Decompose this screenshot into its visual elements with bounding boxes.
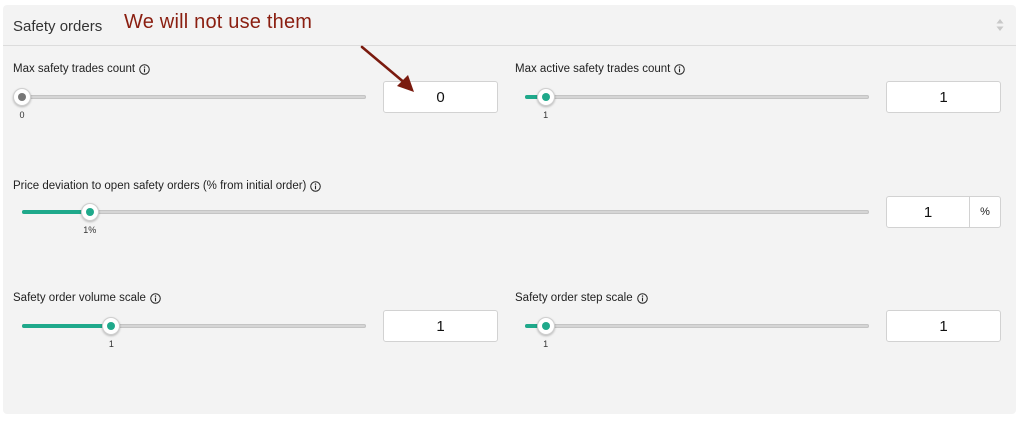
max-safety-trades-slider[interactable]: 0 — [13, 86, 366, 120]
max-active-safety-trades-label: Max active safety trades count — [515, 63, 686, 75]
slider-tick-label: 1 — [543, 110, 549, 120]
price-deviation-slider[interactable]: 1% — [22, 201, 869, 235]
max-active-safety-trades-slider[interactable]: 1 — [525, 86, 869, 120]
slider-thumb[interactable] — [536, 88, 555, 106]
slider-fill — [22, 210, 90, 214]
max-active-safety-trades-label-text: Max active safety trades count — [515, 63, 671, 75]
panel-header[interactable]: Safety orders We will not use them — [3, 5, 1016, 46]
info-icon[interactable] — [636, 292, 648, 304]
info-icon[interactable] — [674, 63, 686, 75]
volume-scale-label: Safety order volume scale — [13, 292, 161, 304]
volume-scale-input[interactable] — [383, 310, 498, 342]
price-deviation-input[interactable] — [886, 196, 970, 228]
annotation-text: We will not use them — [124, 11, 313, 33]
slider-track — [525, 324, 869, 328]
slider-thumb[interactable] — [80, 203, 99, 221]
slider-tick-label: 1 — [108, 339, 114, 349]
step-scale-label: Safety order step scale — [515, 292, 648, 304]
info-icon[interactable] — [310, 180, 322, 192]
panel-title: Safety orders — [13, 18, 103, 35]
max-safety-trades-label: Max safety trades count — [13, 63, 150, 75]
max-safety-trades-input[interactable] — [383, 81, 498, 113]
max-active-safety-trades-input[interactable] — [886, 81, 1001, 113]
slider-tick-label: 1% — [83, 225, 97, 235]
step-scale-label-text: Safety order step scale — [515, 292, 633, 304]
slider-track — [22, 95, 366, 99]
slider-fill — [22, 324, 112, 328]
slider-thumb[interactable] — [102, 317, 121, 335]
price-deviation-label-text: Price deviation to open safety orders (%… — [13, 180, 307, 192]
sort-icon[interactable] — [996, 18, 1004, 32]
slider-thumb[interactable] — [536, 317, 555, 335]
slider-track — [525, 95, 869, 99]
slider-tick-label: 0 — [19, 110, 25, 120]
step-scale-input[interactable] — [886, 310, 1001, 342]
step-scale-slider[interactable]: 1 — [525, 315, 869, 349]
price-deviation-label: Price deviation to open safety orders (%… — [13, 180, 322, 192]
slider-track — [22, 210, 869, 214]
info-icon[interactable] — [150, 292, 161, 304]
volume-scale-label-text: Safety order volume scale — [13, 292, 146, 304]
slider-thumb[interactable] — [13, 88, 31, 106]
percent-unit-label: % — [970, 196, 1001, 228]
max-safety-trades-label-text: Max safety trades count — [13, 63, 136, 75]
info-icon[interactable] — [139, 63, 150, 75]
slider-tick-label: 1 — [543, 339, 549, 349]
volume-scale-slider[interactable]: 1 — [22, 315, 366, 349]
